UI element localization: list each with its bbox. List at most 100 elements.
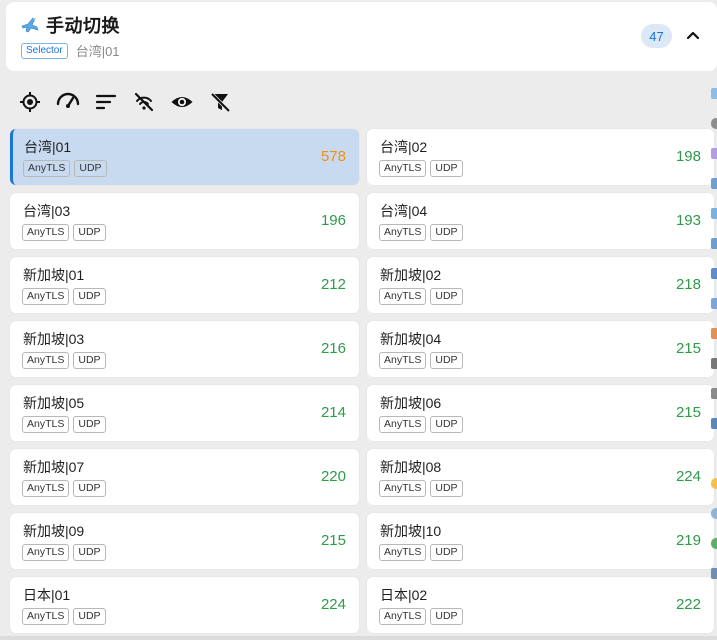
speed-test-icon	[56, 91, 80, 118]
hide-unavailable-icon	[133, 91, 155, 118]
delay-value[interactable]: 215	[676, 340, 701, 357]
app-icon	[711, 568, 717, 579]
delay-value[interactable]: 214	[321, 404, 346, 421]
app-icon	[711, 178, 717, 189]
proxy-card[interactable]: 台湾|03 AnyTLS UDP 196	[10, 193, 359, 249]
protocol-tag: AnyTLS	[22, 416, 70, 433]
delay-value[interactable]: 220	[321, 468, 346, 485]
delay-value[interactable]: 198	[676, 148, 701, 165]
hide-unavailable-button[interactable]	[132, 92, 156, 116]
proxy-name: 新加坡|07	[23, 459, 85, 475]
proxy-name: 台湾|02	[380, 139, 428, 155]
proxy-card[interactable]: 台湾|02 AnyTLS UDP 198	[367, 129, 714, 185]
proxy-tags: AnyTLS UDP	[379, 160, 463, 177]
delay-value[interactable]: 193	[676, 212, 701, 229]
delay-value[interactable]: 196	[321, 212, 346, 229]
udp-tag: UDP	[73, 544, 106, 561]
group-title-row: 手动切换	[20, 12, 120, 38]
protocol-tag: AnyTLS	[22, 544, 70, 561]
app-icon	[711, 508, 717, 519]
airplane-icon	[20, 15, 40, 35]
sort-button[interactable]	[94, 92, 118, 116]
app-icon	[711, 418, 717, 429]
proxy-tags: AnyTLS UDP	[22, 224, 106, 241]
protocol-tag: AnyTLS	[379, 288, 427, 305]
udp-tag: UDP	[430, 224, 463, 241]
collapse-button[interactable]	[683, 26, 703, 46]
proxy-card[interactable]: 新加坡|04 AnyTLS UDP 215	[367, 321, 714, 377]
proxy-card[interactable]: 新加坡|01 AnyTLS UDP 212	[10, 257, 359, 313]
group-subtitle-row: Selector 台湾|01	[21, 41, 120, 60]
protocol-tag: AnyTLS	[22, 224, 70, 241]
proxy-card[interactable]: 新加坡|07 AnyTLS UDP 220	[10, 449, 359, 505]
app-icon	[711, 238, 717, 249]
protocol-tag: AnyTLS	[379, 608, 427, 625]
proxy-card[interactable]: 新加坡|06 AnyTLS UDP 215	[367, 385, 714, 441]
proxy-card[interactable]: 新加坡|03 AnyTLS UDP 216	[10, 321, 359, 377]
proxy-card[interactable]: 新加坡|05 AnyTLS UDP 214	[10, 385, 359, 441]
proxy-tags: AnyTLS UDP	[379, 224, 463, 241]
delay-value[interactable]: 216	[321, 340, 346, 357]
app-icon	[711, 148, 717, 159]
proxy-card[interactable]: 新加坡|10 AnyTLS UDP 219	[367, 513, 714, 569]
udp-tag: UDP	[430, 352, 463, 369]
proxy-name: 台湾|04	[380, 203, 428, 219]
delay-value[interactable]: 212	[321, 276, 346, 293]
proxy-card[interactable]: 台湾|01 AnyTLS UDP 578	[10, 129, 359, 185]
delay-value[interactable]: 224	[676, 468, 701, 485]
proxy-tags: AnyTLS UDP	[22, 352, 106, 369]
delay-value[interactable]: 578	[321, 148, 346, 165]
proxy-group-header[interactable]: 手动切换 Selector 台湾|01 47	[6, 2, 717, 71]
proxy-name: 新加坡|09	[23, 523, 85, 539]
udp-tag: UDP	[73, 288, 106, 305]
protocol-tag: AnyTLS	[22, 352, 70, 369]
gear-icon	[711, 118, 717, 129]
proxy-name: 新加坡|03	[23, 331, 85, 347]
group-type-badge: Selector	[21, 42, 68, 59]
proxy-card[interactable]: 新加坡|02 AnyTLS UDP 218	[367, 257, 714, 313]
proxy-list: 台湾|01 AnyTLS UDP 578 台湾|02 AnyTLS UDP 198 台湾|03 A…	[10, 129, 714, 633]
delay-value[interactable]: 215	[321, 532, 346, 549]
filter-clear-icon	[209, 91, 231, 118]
proxy-card[interactable]: 新加坡|09 AnyTLS UDP 215	[10, 513, 359, 569]
proxy-name: 新加坡|08	[380, 459, 442, 475]
protocol-tag: AnyTLS	[22, 480, 70, 497]
proxy-name: 台湾|03	[23, 203, 71, 219]
sort-icon	[95, 91, 117, 118]
globe-icon	[711, 538, 717, 549]
speed-test-button[interactable]	[56, 92, 80, 116]
current-node-label: 台湾|01	[75, 44, 120, 59]
protocol-tag: AnyTLS	[379, 416, 427, 433]
proxy-tags: AnyTLS UDP	[379, 352, 463, 369]
delay-value[interactable]: 218	[676, 276, 701, 293]
udp-tag: UDP	[73, 480, 106, 497]
proxy-card[interactable]: 新加坡|08 AnyTLS UDP 224	[367, 449, 714, 505]
proxy-name: 新加坡|06	[380, 395, 442, 411]
udp-tag: UDP	[73, 608, 106, 625]
delay-value[interactable]: 215	[676, 404, 701, 421]
proxy-tags: AnyTLS UDP	[379, 608, 463, 625]
protocol-tag: AnyTLS	[22, 288, 70, 305]
proxy-name: 新加坡|01	[23, 267, 85, 283]
proxy-name: 新加坡|04	[380, 331, 442, 347]
delay-value[interactable]: 219	[676, 532, 701, 549]
proxy-card[interactable]: 日本|01 AnyTLS UDP 224	[10, 577, 359, 633]
filter-clear-button[interactable]	[208, 92, 232, 116]
proxy-card[interactable]: 日本|02 AnyTLS UDP 222	[367, 577, 714, 633]
proxy-card[interactable]: 台湾|04 AnyTLS UDP 193	[367, 193, 714, 249]
horizontal-scrollbar[interactable]	[0, 636, 717, 640]
show-button[interactable]	[170, 92, 194, 116]
side-icon-strip	[709, 84, 717, 640]
app-icon	[711, 478, 717, 489]
proxy-name: 新加坡|05	[23, 395, 85, 411]
protocol-tag: AnyTLS	[379, 224, 427, 241]
delay-value[interactable]: 222	[676, 596, 701, 613]
airplane-icon	[711, 88, 717, 99]
chevron-up-icon	[686, 27, 700, 45]
delay-value[interactable]: 224	[321, 596, 346, 613]
proxy-tags: AnyTLS UDP	[379, 416, 463, 433]
udp-tag: UDP	[430, 416, 463, 433]
locate-button[interactable]	[18, 91, 42, 116]
udp-tag: UDP	[73, 352, 106, 369]
udp-tag: UDP	[430, 608, 463, 625]
